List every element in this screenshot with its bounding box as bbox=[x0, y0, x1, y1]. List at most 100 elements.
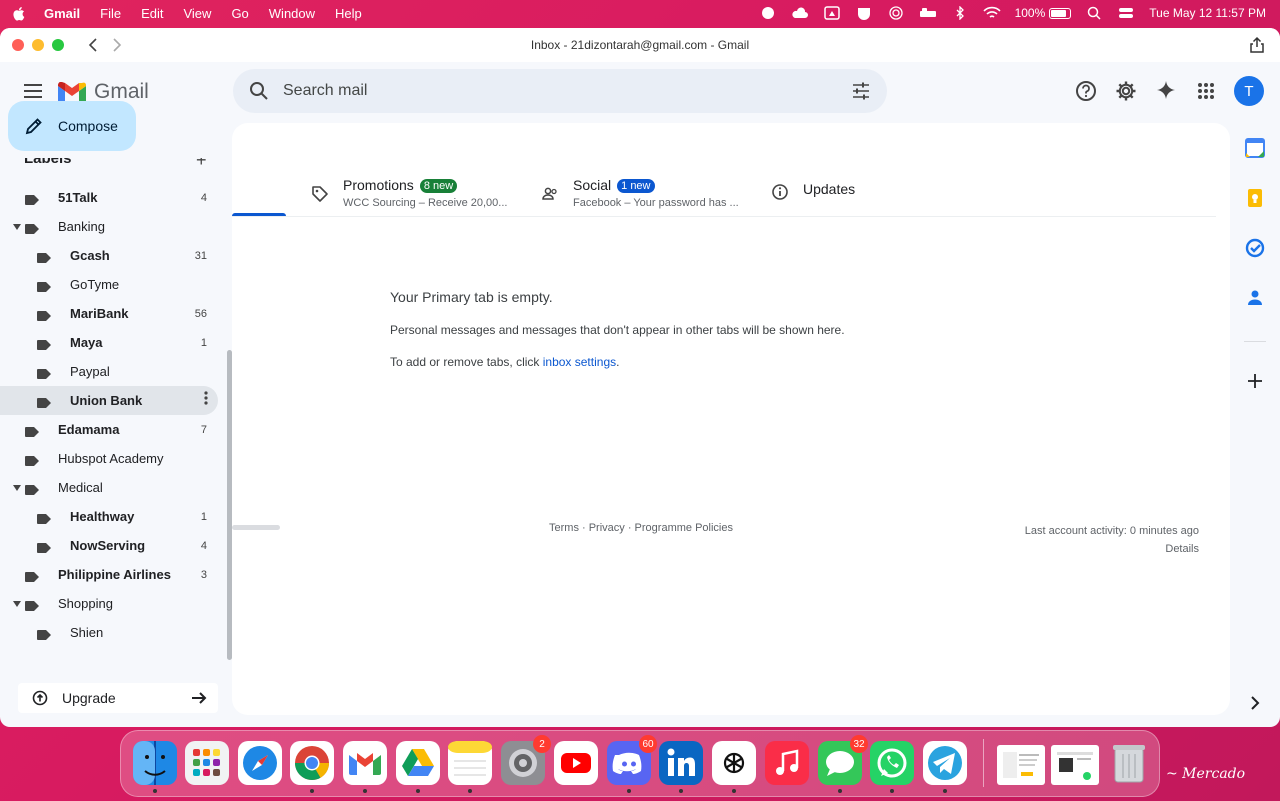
forward-arrow-icon[interactable] bbox=[112, 38, 122, 52]
label-item[interactable]: Union Bank bbox=[0, 386, 218, 415]
keep-icon[interactable] bbox=[1245, 188, 1265, 208]
menu-edit[interactable]: Edit bbox=[141, 6, 163, 21]
spotlight-icon[interactable] bbox=[1085, 6, 1103, 20]
compose-button[interactable]: Compose bbox=[8, 101, 136, 151]
wifi-icon[interactable] bbox=[982, 6, 1001, 20]
label-tag-icon bbox=[37, 628, 51, 640]
dock-linkedin-icon[interactable] bbox=[659, 741, 703, 785]
label-item[interactable]: MariBank 56 bbox=[0, 299, 218, 328]
share-icon[interactable] bbox=[1248, 36, 1266, 54]
label-item[interactable]: Medical bbox=[0, 473, 218, 502]
label-item[interactable]: Hubspot Academy bbox=[0, 444, 218, 473]
cloud-icon[interactable] bbox=[791, 6, 809, 20]
label-item[interactable]: 51Talk 4 bbox=[0, 183, 218, 212]
tasks-icon[interactable] bbox=[1245, 238, 1265, 258]
dock-safari-icon[interactable] bbox=[238, 741, 282, 785]
upgrade-label: Upgrade bbox=[62, 690, 116, 706]
dock-telegram-icon[interactable] bbox=[923, 741, 967, 785]
label-item[interactable]: GoTyme bbox=[0, 270, 218, 299]
airdrop-icon[interactable] bbox=[887, 6, 905, 20]
gmail-m-icon bbox=[58, 81, 86, 103]
close-window-button[interactable] bbox=[12, 39, 24, 51]
label-item[interactable]: Healthway 1 bbox=[0, 502, 218, 531]
dock-chrome-icon[interactable] bbox=[290, 741, 334, 785]
label-tag-icon bbox=[37, 251, 51, 263]
footer-links[interactable]: Terms · Privacy · Programme Policies bbox=[549, 522, 733, 534]
add-addon-icon[interactable] bbox=[1245, 371, 1265, 391]
dock-discord-icon[interactable]: 60 bbox=[607, 735, 657, 785]
bluetooth-icon[interactable] bbox=[951, 6, 969, 20]
tab-social[interactable]: Social 1 new Facebook – Your password has… bbox=[541, 177, 741, 217]
apps-grid-icon[interactable] bbox=[1194, 79, 1218, 103]
expand-caret-icon[interactable] bbox=[13, 599, 21, 609]
menu-view[interactable]: View bbox=[183, 6, 211, 21]
search-bar[interactable] bbox=[233, 69, 887, 113]
menubar-clock[interactable]: Tue May 12 11:57 PM bbox=[1149, 6, 1266, 20]
bed-icon[interactable] bbox=[919, 6, 937, 20]
label-item[interactable]: Philippine Airlines 3 bbox=[0, 560, 218, 589]
notch-app-icon[interactable] bbox=[855, 6, 873, 20]
apple-icon[interactable] bbox=[12, 5, 26, 21]
dock-google-drive-icon[interactable] bbox=[396, 741, 440, 785]
inbox-settings-link[interactable]: inbox settings bbox=[543, 355, 616, 369]
dock-notes-icon[interactable] bbox=[448, 741, 492, 785]
menu-app-name[interactable]: Gmail bbox=[44, 6, 80, 21]
dock-system-settings-icon[interactable]: 2 bbox=[501, 735, 551, 785]
main-menu-icon[interactable] bbox=[24, 84, 42, 98]
tab-promotions[interactable]: Promotions 8 new WCC Sourcing – Receive 2… bbox=[311, 177, 511, 217]
label-item[interactable]: Banking bbox=[0, 212, 218, 241]
settings-gear-icon[interactable] bbox=[1114, 79, 1138, 103]
label-name: Shien bbox=[70, 625, 104, 640]
dock-launchpad-icon[interactable] bbox=[185, 741, 229, 785]
label-item[interactable]: Gcash 31 bbox=[0, 241, 218, 270]
dock-window-thumbnail-2[interactable] bbox=[1051, 745, 1099, 785]
window-title: Inbox - 21dizontarah@gmail.com - Gmail bbox=[530, 38, 750, 52]
expand-caret-icon[interactable] bbox=[13, 483, 21, 493]
label-item[interactable]: Paypal bbox=[0, 357, 218, 386]
create-label-button[interactable]: + bbox=[196, 158, 207, 171]
window-controls bbox=[12, 39, 64, 51]
back-arrow-icon[interactable] bbox=[88, 38, 98, 52]
expand-caret-icon[interactable] bbox=[13, 222, 21, 232]
dock-messages-icon[interactable]: 32 bbox=[818, 735, 868, 785]
label-unread-count: 4 bbox=[200, 539, 207, 552]
tab-social-label: Social bbox=[573, 177, 612, 193]
search-input[interactable] bbox=[283, 82, 803, 100]
label-item[interactable]: Edamama 7 bbox=[0, 415, 218, 444]
details-link[interactable]: Details bbox=[1025, 540, 1199, 558]
drive-status-icon[interactable] bbox=[823, 6, 841, 20]
menu-file[interactable]: File bbox=[100, 6, 121, 21]
menu-go[interactable]: Go bbox=[231, 6, 248, 21]
creative-cloud-icon[interactable] bbox=[759, 6, 777, 20]
label-item[interactable]: Shopping bbox=[0, 589, 218, 618]
label-item[interactable]: Shien bbox=[0, 618, 218, 641]
menu-help[interactable]: Help bbox=[335, 6, 362, 21]
gemini-sparkle-icon[interactable] bbox=[1154, 79, 1178, 103]
dock-youtube-icon[interactable] bbox=[554, 741, 598, 785]
search-icon[interactable] bbox=[249, 81, 269, 101]
tab-updates[interactable]: Updates bbox=[771, 181, 911, 221]
menu-window[interactable]: Window bbox=[269, 6, 315, 21]
dock-music-icon[interactable] bbox=[765, 741, 809, 785]
zoom-window-button[interactable] bbox=[52, 39, 64, 51]
minimize-window-button[interactable] bbox=[32, 39, 44, 51]
chevron-right-icon[interactable] bbox=[1245, 693, 1265, 713]
dock-whatsapp-icon[interactable] bbox=[870, 741, 914, 785]
label-item[interactable]: NowServing 4 bbox=[0, 531, 218, 560]
label-name: Healthway bbox=[70, 509, 135, 524]
dock-finder-icon[interactable] bbox=[133, 741, 177, 785]
trash-icon[interactable] bbox=[1107, 741, 1151, 785]
dock-chatgpt-icon[interactable] bbox=[712, 741, 756, 785]
battery-indicator[interactable]: 100% bbox=[1015, 6, 1072, 20]
contacts-icon[interactable] bbox=[1245, 288, 1265, 308]
dock-window-thumbnail-1[interactable] bbox=[997, 745, 1045, 785]
horizontal-scrollbar[interactable] bbox=[232, 525, 280, 530]
upgrade-button[interactable]: Upgrade bbox=[18, 683, 218, 713]
calendar-icon[interactable] bbox=[1245, 138, 1265, 158]
label-more-options-icon[interactable] bbox=[204, 391, 208, 410]
dock-gmail-icon[interactable] bbox=[343, 741, 387, 785]
label-item[interactable]: Maya 1 bbox=[0, 328, 218, 357]
search-options-icon[interactable] bbox=[851, 81, 871, 101]
control-center-icon[interactable] bbox=[1117, 6, 1135, 20]
support-icon[interactable] bbox=[1074, 79, 1098, 103]
